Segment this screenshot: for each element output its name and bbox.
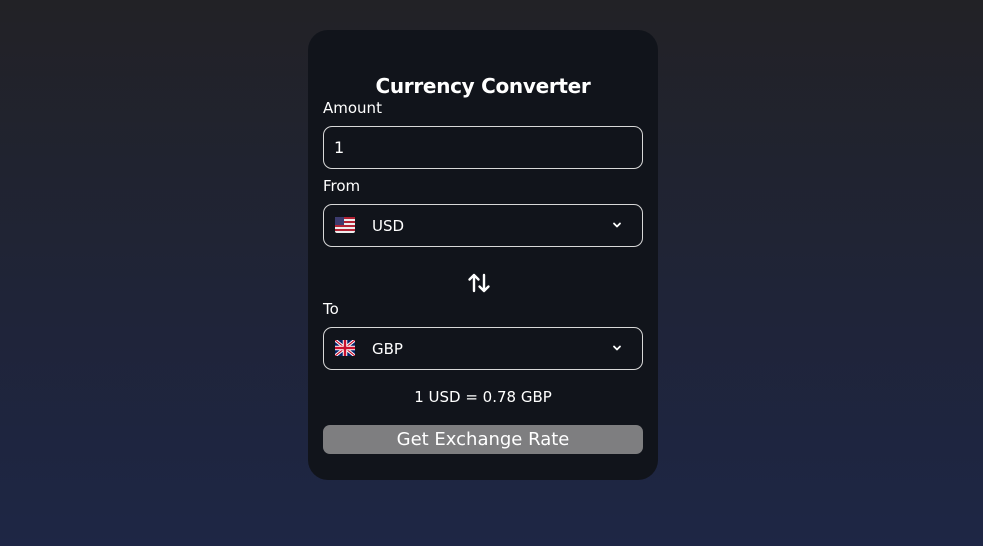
amount-input[interactable] (324, 127, 642, 168)
gb-flag-icon (335, 340, 355, 356)
from-currency-code: USD (372, 217, 405, 235)
swap-icon[interactable] (467, 271, 491, 295)
converter-card: Currency Converter Amount From USD To (308, 30, 658, 480)
get-exchange-rate-button[interactable]: Get Exchange Rate (323, 425, 643, 454)
amount-field (323, 126, 643, 169)
exchange-rate-text: 1 USD = 0.78 GBP (414, 388, 552, 406)
to-currency-select[interactable]: GBP (323, 327, 643, 370)
page-title: Currency Converter (375, 74, 591, 98)
from-currency-select[interactable]: USD (323, 204, 643, 247)
from-label: From (323, 177, 361, 195)
to-currency-code: GBP (372, 340, 403, 358)
amount-label: Amount (323, 99, 382, 117)
us-flag-icon (335, 217, 355, 233)
to-label: To (323, 300, 339, 318)
chevron-down-icon (613, 345, 621, 351)
chevron-down-icon (613, 222, 621, 228)
